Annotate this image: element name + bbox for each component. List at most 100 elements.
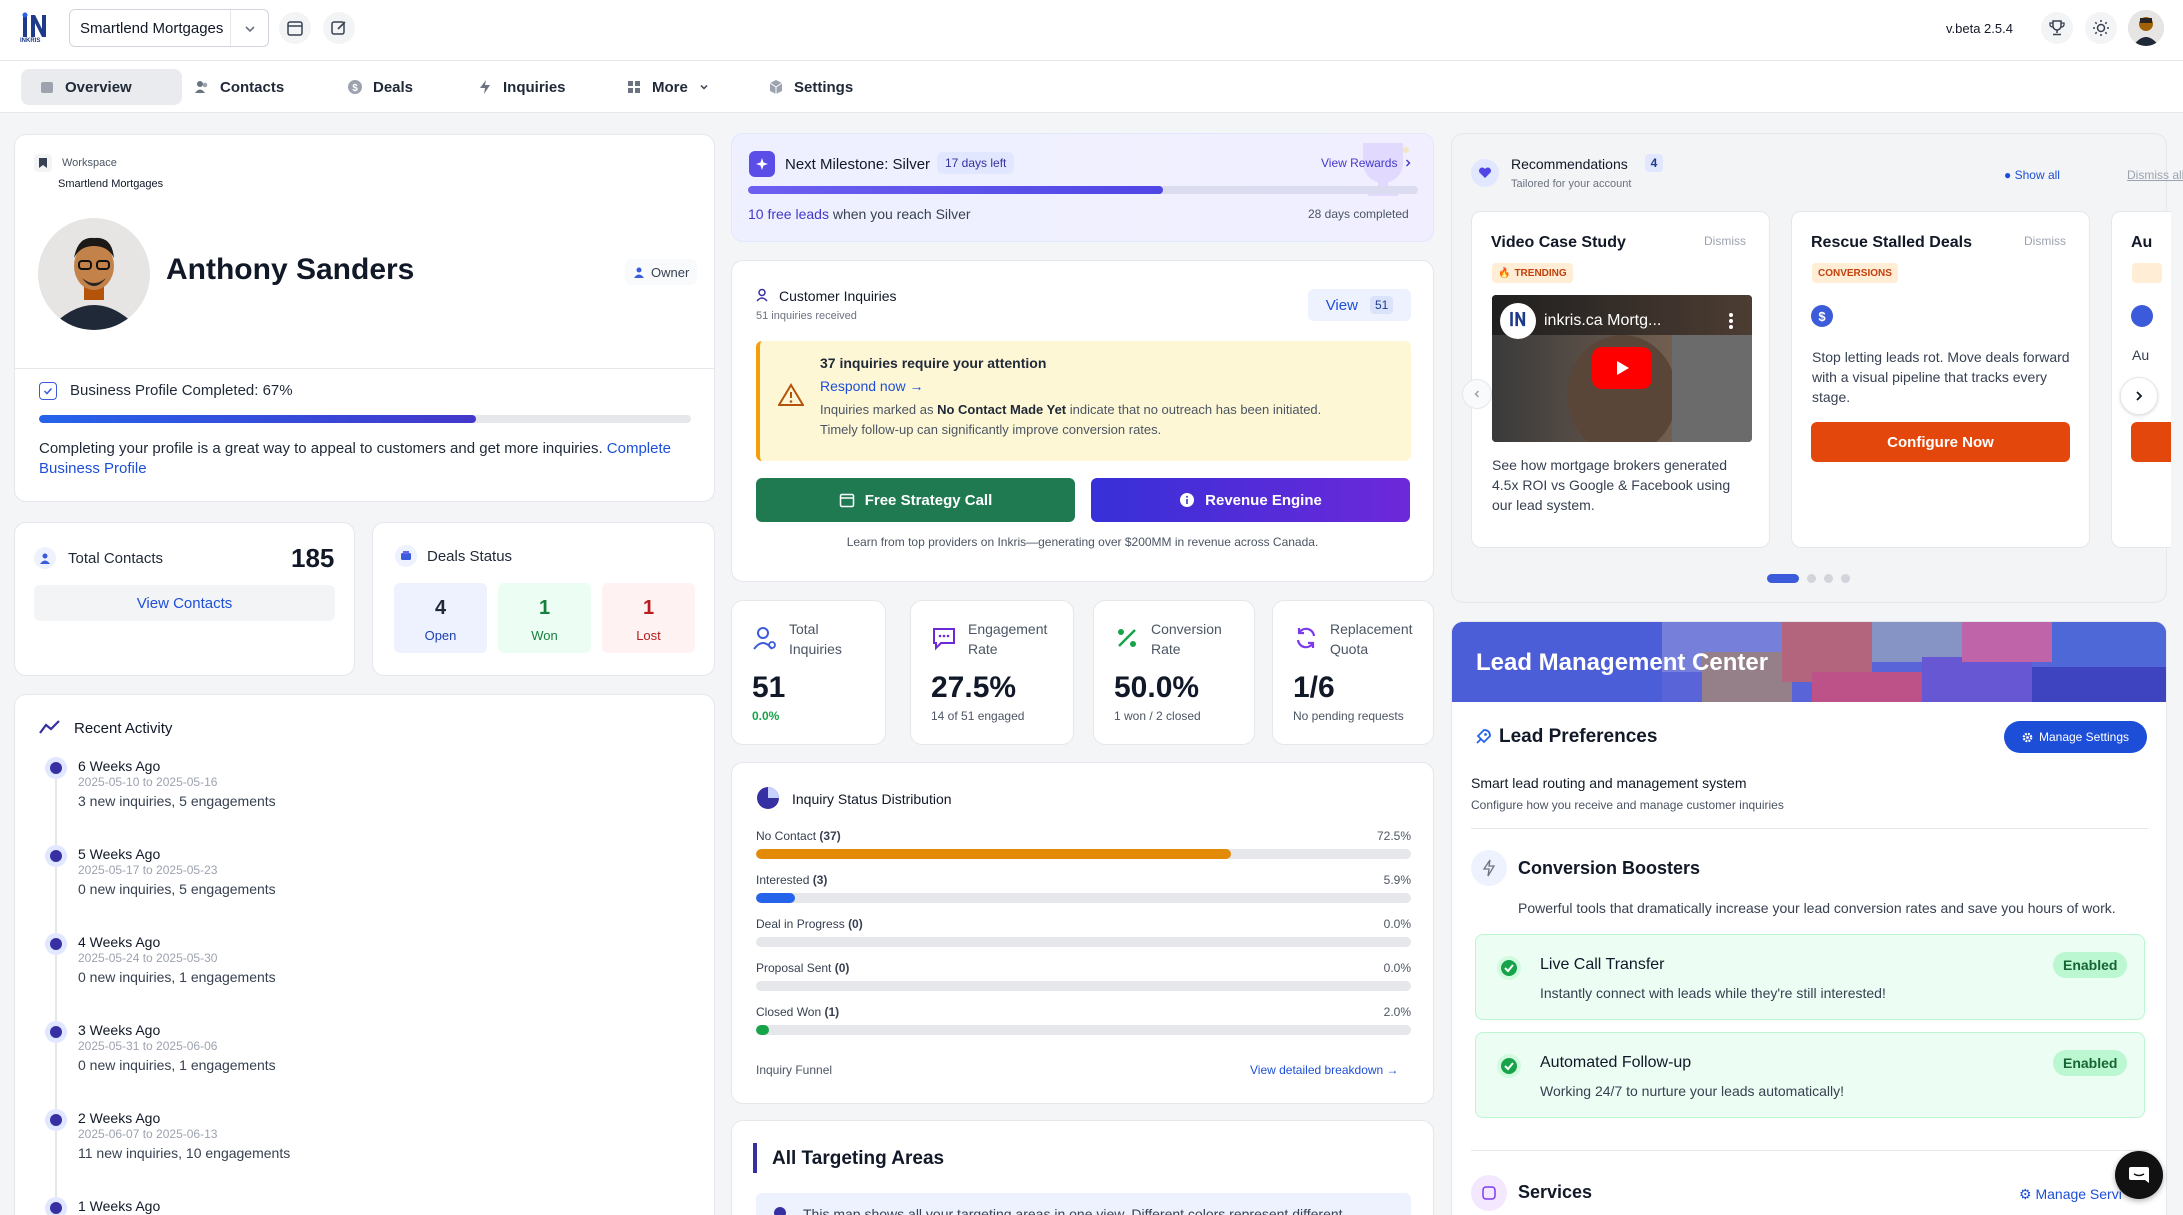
rec-card-text: See how mortgage brokers generated 4.5x … bbox=[1492, 457, 1731, 513]
profile-note-text: Completing your profile is a great way t… bbox=[39, 440, 603, 457]
nav-more[interactable]: More bbox=[608, 69, 728, 105]
alert-text-part-1: Inquiries marked as bbox=[820, 402, 934, 417]
deals-status-card: Deals Status 4 Open 1 Won 1 Lost bbox=[372, 522, 715, 676]
timeline-dot bbox=[45, 1109, 67, 1131]
alert-text-part-2: indicate that no outreach has been initi… bbox=[1069, 402, 1322, 417]
distribution-bar-fill bbox=[756, 893, 795, 903]
rewards-button[interactable] bbox=[2041, 12, 2073, 44]
trending-label: TRENDING bbox=[1514, 267, 1567, 279]
manage-services-link[interactable]: ⚙ Manage Servi bbox=[2019, 1186, 2122, 1203]
booster-feature-card: Live Call Transfer Instantly connect with… bbox=[1475, 934, 2145, 1020]
rec-card-icon bbox=[2131, 305, 2153, 327]
carousel-next-button[interactable] bbox=[2120, 377, 2158, 415]
edit-button[interactable] bbox=[323, 12, 355, 44]
deals-open-count: 4 bbox=[434, 597, 447, 619]
manage-settings-button[interactable]: Manage Settings bbox=[2004, 721, 2147, 753]
targeting-title-accent bbox=[753, 1143, 757, 1173]
carousel-dot-active[interactable] bbox=[1767, 574, 1799, 583]
complete-profile-link[interactable]: Complete bbox=[607, 440, 671, 457]
stat-label: Quota bbox=[1330, 641, 1369, 657]
checkbox-icon bbox=[39, 382, 57, 400]
inquiry-funnel-label: Inquiry Funnel bbox=[756, 1063, 833, 1077]
user-avatar[interactable] bbox=[2128, 10, 2164, 46]
distribution-row-label: Proposal Sent (0) bbox=[756, 961, 849, 975]
milestone-progress-bar bbox=[748, 186, 1418, 194]
warning-icon bbox=[778, 383, 804, 407]
deals-won-label: Won bbox=[531, 628, 558, 643]
nav-inquiries-label: Inquiries bbox=[503, 78, 566, 96]
stat-value: 51 bbox=[752, 671, 786, 704]
distribution-title: Inquiry Status Distribution bbox=[792, 791, 952, 807]
nav-settings[interactable]: Settings bbox=[750, 69, 871, 105]
video-thumbnail[interactable]: inkris.ca Mortg... bbox=[1492, 295, 1752, 442]
stat-card: Conversion Rate 50.0% 1 won / 2 closed bbox=[1093, 600, 1255, 745]
nav-inquiries[interactable]: Inquiries bbox=[459, 69, 584, 105]
user-icon bbox=[633, 266, 645, 278]
channel-logo-icon bbox=[1500, 303, 1536, 339]
detailed-breakdown-link[interactable]: View detailed breakdown → bbox=[1250, 1063, 1399, 1077]
distribution-bar bbox=[756, 937, 1411, 947]
distribution-count: (1) bbox=[824, 1005, 840, 1019]
inkris-logo[interactable]: INKRIS bbox=[20, 12, 50, 46]
rec-card-button[interactable] bbox=[2131, 422, 2171, 462]
view-rewards-link[interactable]: View Rewards bbox=[1321, 156, 1413, 170]
play-button[interactable] bbox=[1592, 347, 1652, 389]
stat-sub: 14 of 51 engaged bbox=[931, 709, 1025, 723]
booster-feature-title: Live Call Transfer bbox=[1540, 956, 1665, 973]
nav-overview[interactable]: Overview bbox=[21, 69, 182, 105]
distribution-bar bbox=[756, 1025, 1411, 1035]
show-all-link[interactable]: ● Show all bbox=[2004, 168, 2060, 182]
profile-progress-bar bbox=[39, 415, 691, 423]
view-contacts-button[interactable]: View Contacts bbox=[34, 585, 335, 621]
nav-deals-label: Deals bbox=[373, 78, 414, 96]
enabled-badge[interactable]: Enabled bbox=[2053, 952, 2128, 978]
more-vertical-icon[interactable] bbox=[1728, 311, 1734, 331]
dismiss-all-link[interactable]: Dismiss all bbox=[2127, 168, 2183, 182]
deals-lost-count: 1 bbox=[642, 597, 655, 619]
distribution-row-label: Deal in Progress (0) bbox=[756, 917, 863, 931]
carousel-dot[interactable] bbox=[1807, 574, 1816, 583]
carousel-dot[interactable] bbox=[1824, 574, 1833, 583]
distribution-status: No Contact bbox=[756, 829, 817, 843]
nav-deals[interactable]: $ Deals bbox=[329, 69, 431, 105]
revenue-engine-label: Revenue Engine bbox=[1205, 491, 1322, 509]
activity-item-summary: 0 new inquiries, 5 engagements bbox=[78, 881, 276, 897]
chat-widget-button[interactable] bbox=[2115, 1151, 2163, 1199]
free-strategy-call-button[interactable]: Free Strategy Call bbox=[756, 478, 1075, 522]
configure-now-button[interactable]: Configure Now bbox=[1811, 422, 2070, 462]
theme-toggle-button[interactable] bbox=[2085, 12, 2117, 44]
booster-feature-desc: Instantly connect with leads while they'… bbox=[1540, 985, 1886, 1001]
days-left-badge: 17 days left bbox=[937, 152, 1015, 174]
free-leads-suffix: when you reach Silver bbox=[832, 206, 971, 222]
manage-services-label: Manage Servi bbox=[2035, 1186, 2122, 1202]
calendar-button[interactable] bbox=[279, 12, 311, 44]
chat-icon bbox=[2128, 1165, 2150, 1185]
customer-inquiries-card: Customer Inquiries 51 inquiries received… bbox=[731, 260, 1434, 582]
rec-dismiss-button[interactable]: Dismiss bbox=[1704, 234, 1746, 248]
rec-dismiss-button[interactable]: Dismiss bbox=[2024, 234, 2066, 248]
workspace-select[interactable]: Smartlend Mortgages bbox=[69, 9, 269, 47]
enabled-badge[interactable]: Enabled bbox=[2053, 1050, 2128, 1076]
revenue-engine-button[interactable]: Revenue Engine bbox=[1091, 478, 1410, 522]
deals-won-tile[interactable]: 1 Won bbox=[498, 583, 591, 653]
deals-lost-tile[interactable]: 1 Lost bbox=[602, 583, 695, 653]
stat-label: Total bbox=[789, 621, 819, 637]
stat-card: Total Inquiries 51 0.0% bbox=[731, 600, 886, 745]
nav-contacts[interactable]: Contacts bbox=[176, 69, 302, 105]
customer-inquiries-subtitle: 51 inquiries received bbox=[756, 310, 857, 322]
business-profile-link[interactable]: Business Profile bbox=[39, 460, 147, 477]
stat-value: 1/6 bbox=[1293, 671, 1335, 704]
free-strategy-call-label: Free Strategy Call bbox=[864, 491, 993, 509]
carousel-prev-button[interactable] bbox=[1462, 379, 1492, 409]
user-search-icon bbox=[752, 625, 778, 651]
respond-now-link[interactable]: Respond now → bbox=[820, 378, 924, 394]
services-title: Services bbox=[1518, 1182, 1593, 1202]
alert-text-line-1: Inquiries marked as No Contact Made Yet … bbox=[820, 402, 1321, 417]
timeline-dot bbox=[45, 1197, 67, 1215]
trophy-icon bbox=[2048, 19, 2066, 37]
view-inquiries-button[interactable]: View 51 bbox=[1308, 289, 1411, 321]
carousel-dot[interactable] bbox=[1841, 574, 1850, 583]
deals-open-tile[interactable]: 4 Open bbox=[394, 583, 487, 653]
nav-more-label: More bbox=[652, 78, 688, 96]
distribution-count: (37) bbox=[819, 829, 841, 843]
